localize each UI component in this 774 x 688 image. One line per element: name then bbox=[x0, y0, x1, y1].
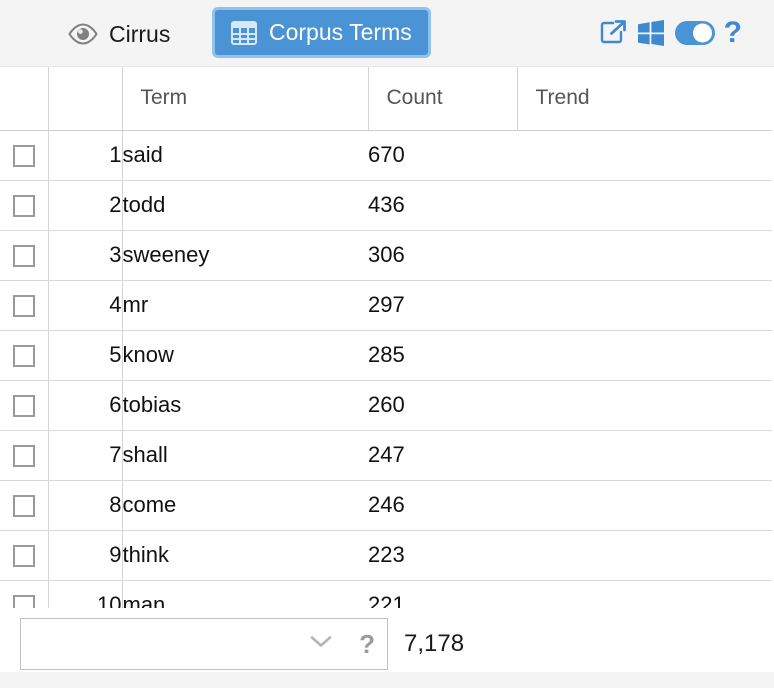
table-row[interactable]: 9 think 223 bbox=[0, 530, 772, 581]
row-select-cell[interactable] bbox=[0, 330, 49, 381]
row-term: todd bbox=[122, 180, 368, 231]
row-checkbox[interactable] bbox=[12, 295, 35, 318]
row-count: 223 bbox=[368, 530, 517, 581]
row-term: tobias bbox=[122, 380, 368, 431]
row-rank: 6 bbox=[48, 380, 123, 431]
row-count: 297 bbox=[368, 280, 517, 331]
tab-cirrus[interactable]: Cirrus bbox=[58, 10, 179, 58]
row-term: think bbox=[122, 530, 368, 581]
row-term: man bbox=[122, 580, 368, 608]
table-row[interactable]: 2 todd 436 bbox=[0, 180, 772, 231]
table-row[interactable]: 3 sweeney 306 bbox=[0, 230, 772, 281]
tab-corpus-terms[interactable]: Corpus Terms bbox=[212, 7, 431, 58]
table-row[interactable]: 7 shall 247 bbox=[0, 430, 772, 481]
chevron-down-icon[interactable] bbox=[309, 634, 333, 655]
row-select-cell[interactable] bbox=[0, 580, 49, 608]
bottom-toolbar: ? 7,178 bbox=[0, 608, 774, 688]
row-checkbox[interactable] bbox=[12, 395, 35, 418]
row-rank: 4 bbox=[48, 280, 123, 331]
row-rank: 3 bbox=[48, 230, 123, 281]
row-term: said bbox=[122, 130, 368, 181]
row-count: 247 bbox=[368, 430, 517, 481]
table-row[interactable]: 1 said 670 bbox=[0, 130, 772, 181]
row-checkbox[interactable] bbox=[12, 245, 35, 268]
row-term: know bbox=[122, 330, 368, 381]
row-count: 306 bbox=[368, 230, 517, 281]
row-trend bbox=[517, 580, 772, 608]
row-term: come bbox=[122, 480, 368, 531]
column-header-term[interactable]: Term bbox=[121, 67, 368, 131]
table-header-row: Term Count Trend bbox=[0, 67, 772, 131]
row-select-cell[interactable] bbox=[0, 380, 49, 431]
row-rank: 1 bbox=[48, 130, 123, 181]
row-count: 436 bbox=[368, 180, 517, 231]
table-body: 1 said 670 2 todd 436 3 sweeney 306 4 mr 297 5 know 28… bbox=[0, 130, 772, 608]
row-trend bbox=[517, 230, 772, 281]
table-row[interactable]: 8 come 246 bbox=[0, 480, 772, 531]
terms-table: Term Count Trend 1 said 670 2 todd 436 3 sweene… bbox=[0, 67, 772, 608]
row-trend bbox=[517, 480, 772, 531]
terms-table-scroll[interactable]: Term Count Trend 1 said 670 2 todd 436 3 sweene… bbox=[0, 67, 774, 608]
row-count: 670 bbox=[368, 130, 517, 181]
row-rank: 10 bbox=[48, 580, 123, 608]
row-checkbox[interactable] bbox=[12, 195, 35, 218]
top-toolbar: Cirrus Corpus Terms ? bbox=[0, 0, 774, 67]
row-count: 246 bbox=[368, 480, 517, 531]
row-rank: 2 bbox=[48, 180, 123, 231]
row-trend bbox=[517, 430, 772, 481]
tab-corpus-terms-label: Corpus Terms bbox=[269, 19, 412, 45]
row-select-cell[interactable] bbox=[0, 230, 49, 281]
tab-cirrus-label: Cirrus bbox=[109, 20, 171, 47]
eye-icon bbox=[67, 23, 99, 45]
row-select-cell[interactable] bbox=[0, 430, 49, 481]
table-row[interactable]: 5 know 285 bbox=[0, 330, 772, 381]
question-mark-icon[interactable]: ? bbox=[359, 631, 375, 657]
corpus-terms-panel: Cirrus Corpus Terms ? Term Count Trend 1… bbox=[0, 0, 774, 688]
column-header-select[interactable] bbox=[0, 67, 48, 131]
row-select-cell[interactable] bbox=[0, 280, 49, 331]
row-rank: 9 bbox=[48, 530, 123, 581]
row-rank: 8 bbox=[48, 480, 123, 531]
row-trend bbox=[517, 280, 772, 331]
table-row[interactable]: 4 mr 297 bbox=[0, 280, 772, 331]
row-checkbox[interactable] bbox=[12, 345, 35, 368]
row-term: shall bbox=[122, 430, 368, 481]
column-header-count[interactable]: Count bbox=[367, 67, 517, 131]
row-trend bbox=[517, 530, 772, 581]
search-input[interactable] bbox=[21, 619, 313, 669]
grid-icon bbox=[231, 20, 257, 45]
toggle-switch-icon[interactable] bbox=[674, 20, 716, 46]
external-link-icon[interactable] bbox=[598, 18, 628, 48]
table-row[interactable]: 6 tobias 260 bbox=[0, 380, 772, 431]
column-header-trend[interactable]: Trend bbox=[516, 67, 772, 131]
row-rank: 5 bbox=[48, 330, 123, 381]
row-checkbox[interactable] bbox=[12, 495, 35, 518]
windows-grid-icon[interactable] bbox=[636, 19, 666, 47]
row-count: 285 bbox=[368, 330, 517, 381]
row-term: sweeney bbox=[122, 230, 368, 281]
row-trend bbox=[517, 380, 772, 431]
column-header-rank[interactable] bbox=[47, 67, 122, 131]
question-mark-icon[interactable]: ? bbox=[724, 18, 742, 48]
row-rank: 7 bbox=[48, 430, 123, 481]
row-trend bbox=[517, 180, 772, 231]
row-term: mr bbox=[122, 280, 368, 331]
total-terms-count: 7,178 bbox=[404, 630, 465, 657]
row-select-cell[interactable] bbox=[0, 530, 49, 581]
search-box[interactable]: ? bbox=[20, 618, 388, 670]
table-header: Term Count Trend bbox=[0, 67, 772, 131]
row-count: 221 bbox=[368, 580, 517, 608]
row-select-cell[interactable] bbox=[0, 180, 49, 231]
row-checkbox[interactable] bbox=[12, 445, 35, 468]
row-checkbox[interactable] bbox=[12, 595, 35, 608]
table-row[interactable]: 10 man 221 bbox=[0, 580, 772, 608]
row-count: 260 bbox=[368, 380, 517, 431]
row-checkbox[interactable] bbox=[12, 545, 35, 568]
row-checkbox[interactable] bbox=[12, 145, 35, 168]
row-trend bbox=[517, 330, 772, 381]
toolbar-actions: ? bbox=[598, 14, 742, 52]
row-trend bbox=[517, 130, 772, 181]
row-select-cell[interactable] bbox=[0, 130, 49, 181]
row-select-cell[interactable] bbox=[0, 480, 49, 531]
